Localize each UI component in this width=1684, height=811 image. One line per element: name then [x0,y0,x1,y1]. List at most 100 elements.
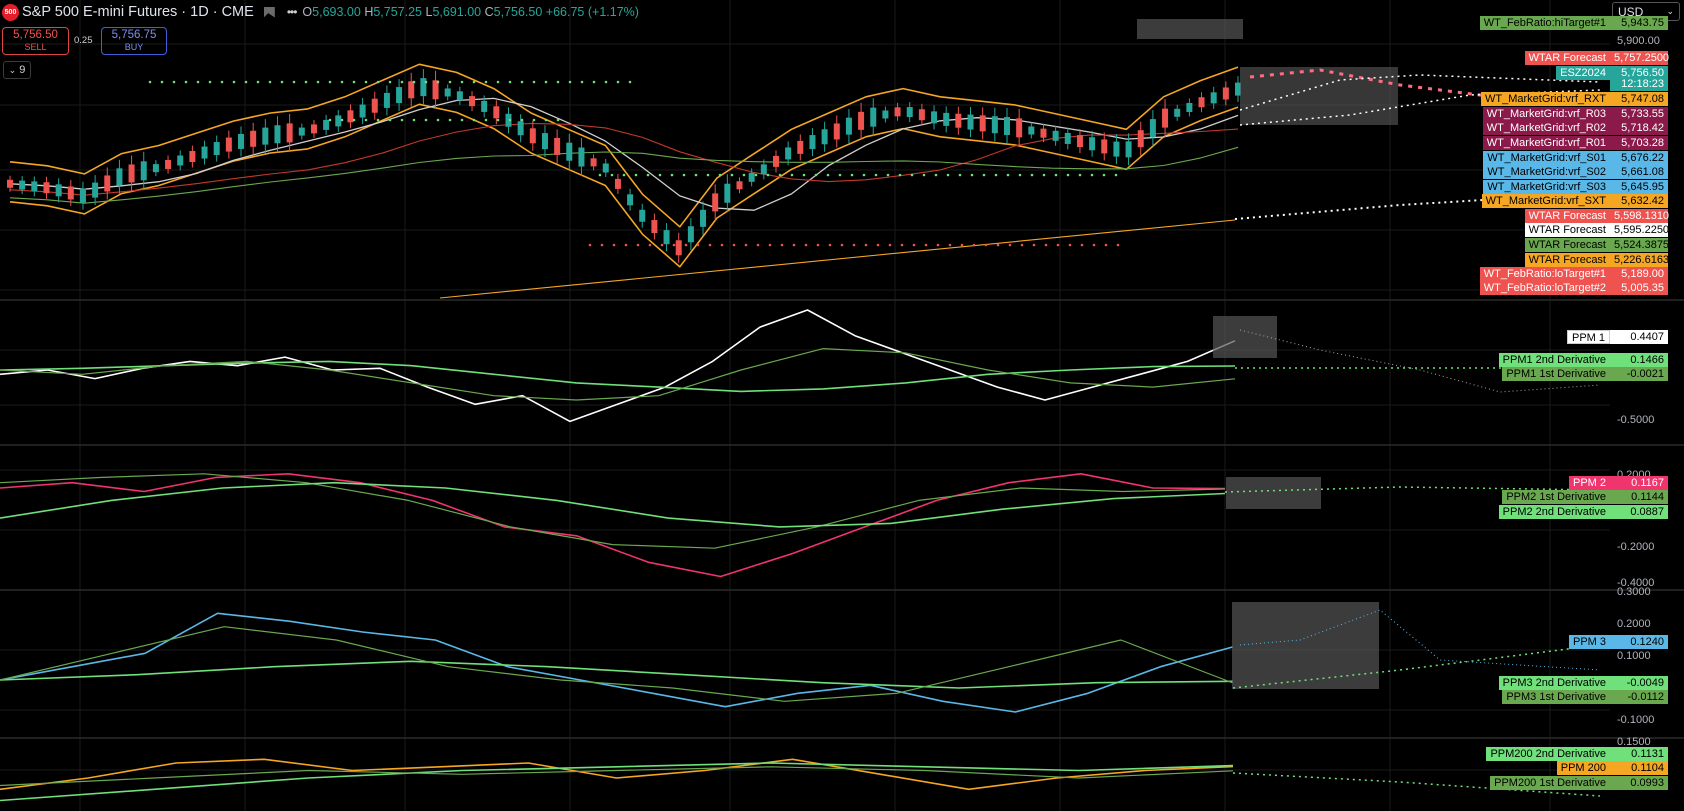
price-label: 12:18:23 [1602,77,1668,91]
level-dot [388,118,392,122]
price-label: PPM 1 0.4407 [1566,330,1668,344]
candle-body [286,123,293,143]
level-dot [802,173,806,177]
price-label: WT_MarketGrid:vrf_S01 5,676.22 [1483,151,1668,165]
price-label: WT_MarketGrid:vrf_R02 5,718.42 [1482,121,1668,135]
forecast-box [1226,477,1321,509]
level-dot [556,80,560,84]
level-dot [448,80,452,84]
candle-body [1210,92,1217,104]
level-dot [304,80,308,84]
level-dot [706,173,710,177]
indicators-collapse-button[interactable]: ⌄ 9 [3,61,31,79]
level-dot [1090,173,1094,177]
candle-body [1101,139,1108,154]
level-dot [958,173,962,177]
ppm200-2nd-deriv-line [0,762,1234,802]
price-label: WTAR Forecast 5,757.2500 [1524,51,1669,65]
level-dot [484,80,488,84]
level-dot [1018,173,1022,177]
price-label: WTAR Forecast 5,595.2250 [1524,223,1669,237]
level-dot [544,118,548,122]
candle-body [116,168,123,186]
ppm3-1st-deriv-line [0,626,1234,702]
level-dot [1056,243,1060,247]
level-dot [496,80,500,84]
level-dot [424,80,428,84]
candle-body [614,178,621,189]
ppm2-1st-deriv-line [0,473,1226,549]
level-dot [910,173,914,177]
level-dot [636,243,640,247]
level-dot [840,243,844,247]
candle-body [493,106,500,119]
forecast-box [1232,602,1379,689]
sell-button[interactable]: 5,756.50 SELL [2,27,69,55]
level-dot [898,173,902,177]
candle-body [262,127,269,145]
candle-body [128,164,135,183]
level-dot [1104,243,1108,247]
level-dot [708,243,712,247]
candle-body [1113,141,1120,157]
axis-tick-label: -0.5000 [1617,414,1655,426]
level-dot [852,243,856,247]
level-dot [934,173,938,177]
level-dot [984,243,988,247]
candle-body [456,91,463,101]
price-label: PPM3 1st Derivative -0.0112 [1502,690,1668,704]
level-dot [660,243,664,247]
candle-body [310,124,317,134]
level-dot [172,80,176,84]
level-dot [628,80,632,84]
more-options-icon[interactable]: ••• [287,5,298,19]
level-dot [804,243,808,247]
candle-body [1052,130,1059,141]
buy-button[interactable]: 5,756.75 BUY [101,27,167,55]
candle-body [748,172,755,182]
chart-canvas[interactable] [0,0,1684,811]
level-dot [658,173,662,177]
level-dot [948,243,952,247]
symbol-logo-icon: 500 [2,3,19,21]
symbol-title[interactable]: S&P 500 E-mini Futures · 1D · CME [22,4,254,20]
level-dot [732,243,736,247]
price-label: PPM2 1st Derivative 0.1144 [1502,490,1668,504]
symbol-header[interactable]: 500 S&P 500 E-mini Futures · 1D · CME ••… [0,0,639,24]
level-dot [460,80,464,84]
candle-body [1222,87,1229,100]
candle-body [724,183,731,203]
level-dot [1054,173,1058,177]
level-dot [648,243,652,247]
level-dot [400,118,404,122]
level-dot [826,173,830,177]
level-dot [376,80,380,84]
level-dot [508,80,512,84]
candle-body [189,151,196,163]
candle-body [250,130,257,147]
chevron-down-icon: ⌄ [8,64,17,75]
candle-body [274,125,281,144]
candle-body [19,180,26,190]
price-label: WT_FebRatio:hiTarget#1 5,943.75 [1479,16,1668,30]
price-label: PPM1 1st Derivative -0.0021 [1502,367,1668,381]
price-label: PPM 2 0.1167 [1568,476,1668,490]
level-dot [862,173,866,177]
level-dot [472,80,476,84]
candle-body [955,113,962,128]
level-dot [256,80,260,84]
candle-body [7,179,13,188]
level-dot [1092,243,1096,247]
candle-body [298,127,305,136]
envelope-lower [9,103,1239,268]
level-dot [1030,173,1034,177]
candle-body [481,100,488,112]
candle-body [663,230,670,245]
level-dot [1066,173,1070,177]
axis-tick-label: -0.1000 [1617,714,1655,726]
flag-icon[interactable] [263,6,275,18]
candle-body [675,240,682,256]
price-label: WT_MarketGrid:vrf_R03 5,733.55 [1482,107,1668,121]
level-dot [994,173,998,177]
candle-body [140,161,147,181]
